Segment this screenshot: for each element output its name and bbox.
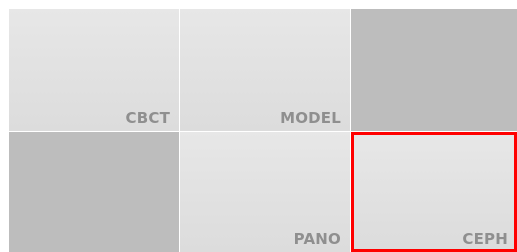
tile-empty-top-right [351,9,517,131]
tile-label-cbct: CBCT [125,109,170,127]
tile-model[interactable]: MODEL [180,9,350,131]
tile-label-ceph: CEPH [462,230,508,248]
tile-label-pano: PANO [293,230,341,248]
tile-ceph[interactable]: CEPH [351,132,517,252]
tile-pano[interactable]: PANO [180,132,350,252]
tile-cbct[interactable]: CBCT [9,9,179,131]
modality-grid: CBCT MODEL PANO CEPH [0,0,517,252]
tile-label-model: MODEL [280,109,341,127]
tile-empty-bottom-left [9,132,179,252]
